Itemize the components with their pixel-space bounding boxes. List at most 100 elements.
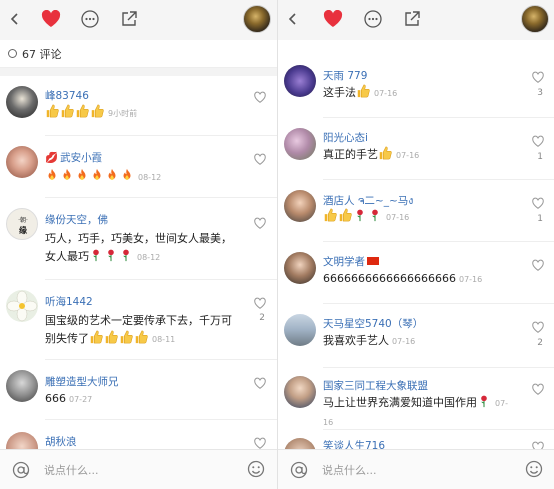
comment-body: 马上让世界充满爱知道中国作用 07-16 <box>323 394 515 432</box>
like-icon[interactable] <box>531 70 545 84</box>
at-mention-icon[interactable] <box>290 461 308 479</box>
fire-icon <box>105 170 120 183</box>
more-icon[interactable] <box>362 8 384 30</box>
comment-text: 我喜欢手艺人 <box>323 334 389 347</box>
author-avatar[interactable] <box>521 5 549 33</box>
comment-item: 国家三同工程大象联盟 马上让世界充满爱知道中国作用 07-16 <box>278 370 554 430</box>
thumbs-up-icon <box>60 106 75 119</box>
comment-text-cont: 别失传了 <box>45 332 89 345</box>
heart-icon[interactable] <box>322 8 344 30</box>
comment-input-bar: 说点什么... <box>0 449 277 489</box>
comment-time: 9小时前 <box>108 109 138 118</box>
comment-item: 听海1442 国宝级的艺术一定要传承下去，千万可 别失传了 08-11 2 <box>0 282 277 360</box>
rose-icon <box>119 250 134 263</box>
comment-count-row: 67 评论 <box>0 40 277 68</box>
share-icon[interactable] <box>118 8 140 30</box>
author-avatar[interactable] <box>243 5 271 33</box>
comment-item: 天马星空5740（琴） 我喜欢手艺人 07-16 2 <box>278 306 554 368</box>
comment-body: 这手法 07-16 <box>323 84 515 103</box>
comment-author[interactable]: 天马星空5740（琴） <box>323 316 423 331</box>
divider <box>323 117 554 118</box>
thumbs-up-icon <box>104 332 119 345</box>
divider <box>45 197 277 198</box>
like-icon[interactable] <box>531 320 545 334</box>
comment-author[interactable]: 听海1442 <box>45 294 93 309</box>
comment-input[interactable]: 说点什么... <box>322 462 377 478</box>
comment-body: 9小时前 <box>45 104 237 123</box>
comment-time: 07-16 <box>386 213 410 222</box>
comment-text-line2: 别失传了 08-11 <box>45 330 237 349</box>
fire-icon <box>60 170 75 183</box>
comment-author[interactable]: 阳光心态i <box>323 130 368 145</box>
like-icon[interactable] <box>253 90 267 104</box>
divider <box>323 367 554 368</box>
avatar[interactable]: ·朝· 缘 <box>6 208 38 240</box>
fire-icon <box>90 170 105 183</box>
like-icon[interactable] <box>531 258 545 272</box>
avatar[interactable] <box>6 86 38 118</box>
divider <box>45 135 277 136</box>
avatar[interactable] <box>284 128 316 160</box>
emoji-icon[interactable] <box>525 460 543 478</box>
comment-item: 阳光心态i 真正的手艺 07-16 1 <box>278 120 554 180</box>
comment-text: 666 <box>45 392 66 405</box>
like-count: 3 <box>537 88 543 98</box>
fire-icon <box>75 170 90 183</box>
comment-author[interactable]: 雕塑造型大师兄 <box>45 374 119 389</box>
comment-item: ·朝· 缘 缘份天空，佛 巧人，巧手，巧美女，世间女人最美， 女人最巧 08-12 <box>0 200 277 280</box>
thumbs-up-icon <box>356 86 371 99</box>
like-icon[interactable] <box>531 196 545 210</box>
share-icon[interactable] <box>401 8 423 30</box>
svg-text:缘: 缘 <box>19 225 27 235</box>
like-count: 2 <box>537 338 543 348</box>
back-icon[interactable] <box>4 8 26 30</box>
comment-author[interactable]: 💋 武安小霞 <box>45 150 102 165</box>
avatar[interactable] <box>284 314 316 346</box>
comment-body: 巧人，巧手，巧美女，世间女人最美， 女人最巧 08-12 <box>45 230 237 267</box>
comment-item: 天雨 779 这手法 07-16 3 <box>278 56 554 118</box>
like-icon[interactable] <box>531 382 545 396</box>
avatar[interactable] <box>284 190 316 222</box>
avatar[interactable] <box>284 376 316 408</box>
thumbs-up-icon <box>89 332 104 345</box>
comment-author[interactable]: 峰83746 <box>45 88 89 103</box>
divider <box>323 241 554 242</box>
like-icon[interactable] <box>253 152 267 166</box>
avatar[interactable] <box>284 252 316 284</box>
divider <box>323 179 554 180</box>
comment-author[interactable]: 胡秋浪 <box>45 434 77 449</box>
rose-icon <box>477 396 492 409</box>
like-icon[interactable] <box>253 296 267 310</box>
comment-author[interactable]: 天雨 779 <box>323 68 367 83</box>
thumbs-up-icon <box>323 210 338 223</box>
comment-item: 酒店人 ຈ二~_~马ง 07-16 1 <box>278 182 554 242</box>
back-icon[interactable] <box>282 8 304 30</box>
comment-time: 07-16 <box>458 275 483 284</box>
comment-count: 67 评论 <box>22 47 62 61</box>
top-bar <box>0 0 277 40</box>
avatar[interactable] <box>6 146 38 178</box>
more-icon[interactable] <box>79 8 101 30</box>
heart-icon[interactable] <box>40 8 62 30</box>
like-icon[interactable] <box>531 134 545 148</box>
like-icon[interactable] <box>253 436 267 450</box>
comment-author[interactable]: 国家三同工程大象联盟 <box>323 378 428 393</box>
avatar[interactable] <box>6 290 38 322</box>
comment-time: 07-27 <box>69 395 93 404</box>
fire-icon <box>120 170 135 183</box>
comment-text-cont: 女人最巧 <box>45 250 89 263</box>
comment-author[interactable]: 文明学者 <box>323 254 379 269</box>
at-mention-icon[interactable] <box>12 461 30 479</box>
divider <box>45 419 277 420</box>
comment-input[interactable]: 说点什么... <box>44 462 99 478</box>
comment-author[interactable]: 缘份天空，佛 <box>45 212 108 227</box>
rose-icon <box>353 210 368 223</box>
avatar[interactable] <box>6 370 38 402</box>
emoji-icon[interactable] <box>247 460 265 478</box>
like-icon[interactable] <box>253 376 267 390</box>
comment-author[interactable]: 酒店人 ຈ二~_~马ง <box>323 192 413 209</box>
comment-icon <box>8 49 17 58</box>
comment-text: 真正的手艺 <box>323 148 378 161</box>
like-icon[interactable] <box>253 216 267 230</box>
avatar[interactable] <box>284 65 316 97</box>
